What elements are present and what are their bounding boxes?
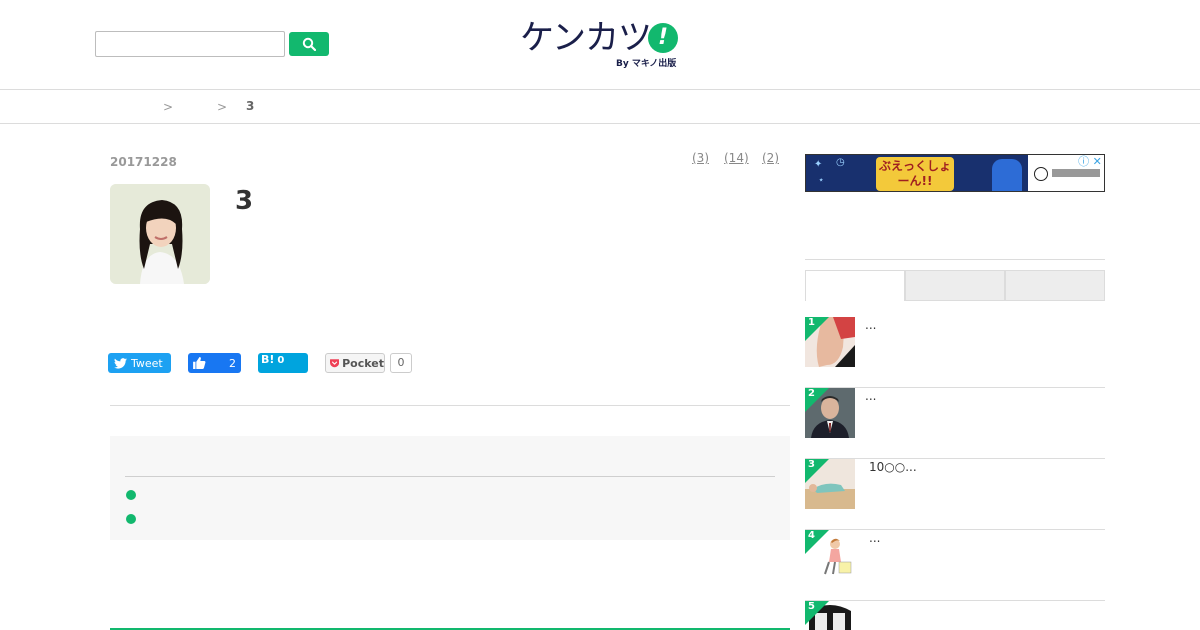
toc-divider: [125, 476, 775, 477]
table-of-contents: [110, 436, 790, 540]
thumbs-up-icon: [193, 357, 206, 369]
hatena-count: 0: [277, 355, 285, 366]
tag-link[interactable]: (3): [692, 151, 709, 165]
pocket-button[interactable]: Pocket: [325, 353, 385, 373]
tag-link[interactable]: (14): [724, 151, 749, 165]
sponsor-logo: [1034, 167, 1048, 181]
breadcrumb-separator: >: [217, 100, 228, 114]
article-title: 3: [235, 186, 254, 216]
ranking-title: 10○○...: [869, 460, 917, 474]
toc-bullet[interactable]: [126, 490, 136, 500]
logo-exclamation-mark: !: [648, 23, 678, 53]
search-icon: [302, 37, 316, 51]
rank-number: 3: [808, 459, 815, 470]
logo-text: ケンカツ: [520, 18, 652, 58]
pocket-count: 0: [390, 353, 412, 373]
hatena-bookmark-icon: B!: [261, 353, 275, 366]
breadcrumb-current: 3: [246, 99, 255, 113]
breadcrumb-separator: >: [163, 100, 174, 114]
ranking-tab-1[interactable]: [805, 270, 905, 301]
site-logo[interactable]: ケンカツ ! By マキノ出版: [520, 18, 690, 72]
twitter-bird-icon: [114, 357, 127, 369]
facebook-like-button[interactable]: 2: [188, 353, 241, 373]
tweet-button[interactable]: Tweet: [108, 353, 171, 373]
star-icon: ✦: [814, 159, 823, 170]
ranking-title: ...: [865, 318, 877, 332]
ranking-title: ...: [865, 389, 877, 403]
ranking-item[interactable]: 1 ...: [805, 317, 1105, 388]
clock-icon: ◷: [836, 157, 845, 168]
section-divider: [110, 405, 790, 406]
sponsor-name-graphic: [1052, 169, 1100, 177]
search-input[interactable]: [95, 31, 285, 57]
tag-link[interactable]: (2): [762, 151, 779, 165]
ranking-item[interactable]: 2 ...: [805, 388, 1105, 459]
ranking-tab-3[interactable]: [1005, 270, 1105, 301]
ranking-title: ...: [869, 531, 881, 545]
ranking-tab-2[interactable]: [905, 270, 1005, 301]
pocket-label: Pocket: [342, 356, 384, 370]
sidebar-divider: [805, 259, 1105, 260]
site-header: ケンカツ ! By マキノ出版: [0, 0, 1200, 90]
search-button[interactable]: [289, 32, 329, 56]
rank-number: 4: [808, 530, 815, 541]
toc-bullet[interactable]: [126, 514, 136, 524]
ad-close-icon[interactable]: ⓘ ✕: [1076, 155, 1104, 169]
sidebar-ad-banner[interactable]: ✦ ◷ ⋆ ぶえっくしょーん!! ⓘ ✕: [805, 154, 1105, 192]
like-count: 2: [229, 356, 236, 370]
ranking-item[interactable]: 4 ...: [805, 530, 1105, 601]
ranking-item[interactable]: 3 10○○...: [805, 459, 1105, 530]
author-portrait: [110, 184, 210, 284]
tweet-label: Tweet: [131, 356, 163, 370]
ad-figure: [992, 159, 1022, 191]
breadcrumb: > > 3: [0, 90, 1200, 124]
star-icon: ⋆: [818, 175, 825, 186]
author-photo: [110, 184, 210, 284]
pocket-icon: [330, 359, 340, 368]
ranking-item[interactable]: 5: [805, 601, 1105, 630]
rank-number: 1: [808, 317, 815, 328]
article-date: 20171228: [110, 155, 177, 169]
logo-subtitle: By マキノ出版: [616, 59, 677, 69]
rank-number: 2: [808, 388, 815, 399]
hatena-bookmark-button[interactable]: B! 0: [258, 353, 308, 373]
rank-number: 5: [808, 601, 815, 612]
ad-headline: ぶえっくしょーん!!: [876, 157, 954, 191]
